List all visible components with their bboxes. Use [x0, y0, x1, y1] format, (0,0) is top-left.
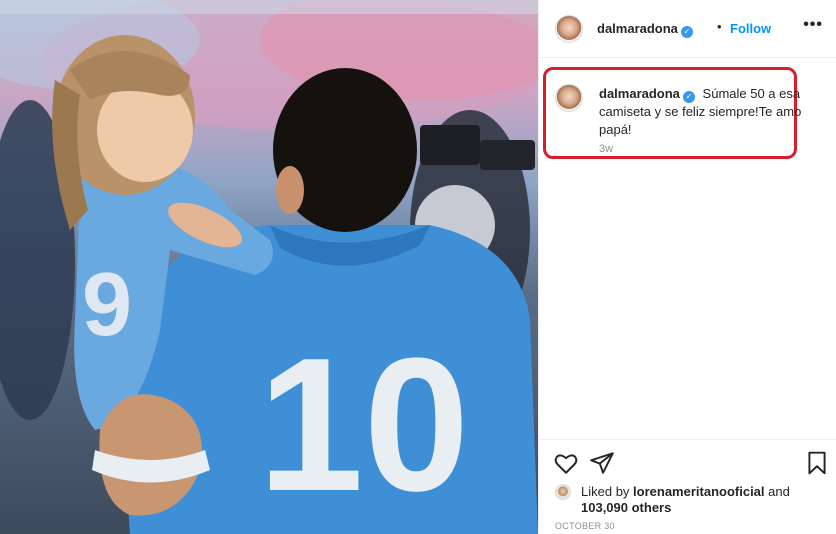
- post-image[interactable]: 10 9: [0, 0, 538, 534]
- likes-line: Liked by lorenameritanooficial and 103,0…: [581, 484, 821, 516]
- bookmark-icon[interactable]: [804, 450, 830, 476]
- liker-username[interactable]: lorenameritanooficial: [633, 484, 764, 499]
- author-avatar[interactable]: [555, 15, 583, 43]
- jersey-number-10: 10: [258, 319, 469, 531]
- likes-connector: and: [768, 484, 790, 499]
- post-header: dalmaradona ✓ • Follow •••: [539, 0, 836, 58]
- jersey-number-9: 9: [82, 255, 132, 355]
- caption-text-block: dalmaradona ✓ Súmale 50 a esa camiseta y …: [599, 85, 809, 139]
- post-actions: Liked by lorenameritanooficial and 103,0…: [539, 439, 836, 534]
- likes-prefix: Liked by: [581, 484, 630, 499]
- follow-button[interactable]: Follow: [730, 21, 771, 36]
- heart-icon[interactable]: [553, 450, 579, 476]
- caption-username[interactable]: dalmaradona ✓: [599, 86, 695, 103]
- verified-badge-icon: ✓: [680, 26, 693, 38]
- liker-avatar[interactable]: [555, 484, 571, 500]
- verified-badge-icon: ✓: [682, 91, 695, 103]
- post-side-panel: dalmaradona ✓ • Follow ••• dalmaradona ✓ S…: [538, 0, 836, 534]
- caption-timestamp[interactable]: 3w: [599, 143, 613, 155]
- author-username-text[interactable]: dalmaradona: [597, 21, 678, 36]
- post-date[interactable]: OCTOBER 30: [555, 521, 615, 531]
- likes-count[interactable]: 103,090 others: [581, 500, 671, 515]
- more-options-icon[interactable]: •••: [803, 16, 823, 34]
- photo-illustration: 10 9: [0, 0, 538, 534]
- caption-section: dalmaradona ✓ Súmale 50 a esa camiseta y …: [539, 59, 836, 439]
- send-icon[interactable]: [589, 450, 615, 476]
- author-username[interactable]: dalmaradona ✓: [597, 21, 693, 38]
- separator-dot: •: [717, 19, 722, 34]
- caption-avatar[interactable]: [555, 84, 583, 112]
- caption-username-text[interactable]: dalmaradona: [599, 86, 680, 101]
